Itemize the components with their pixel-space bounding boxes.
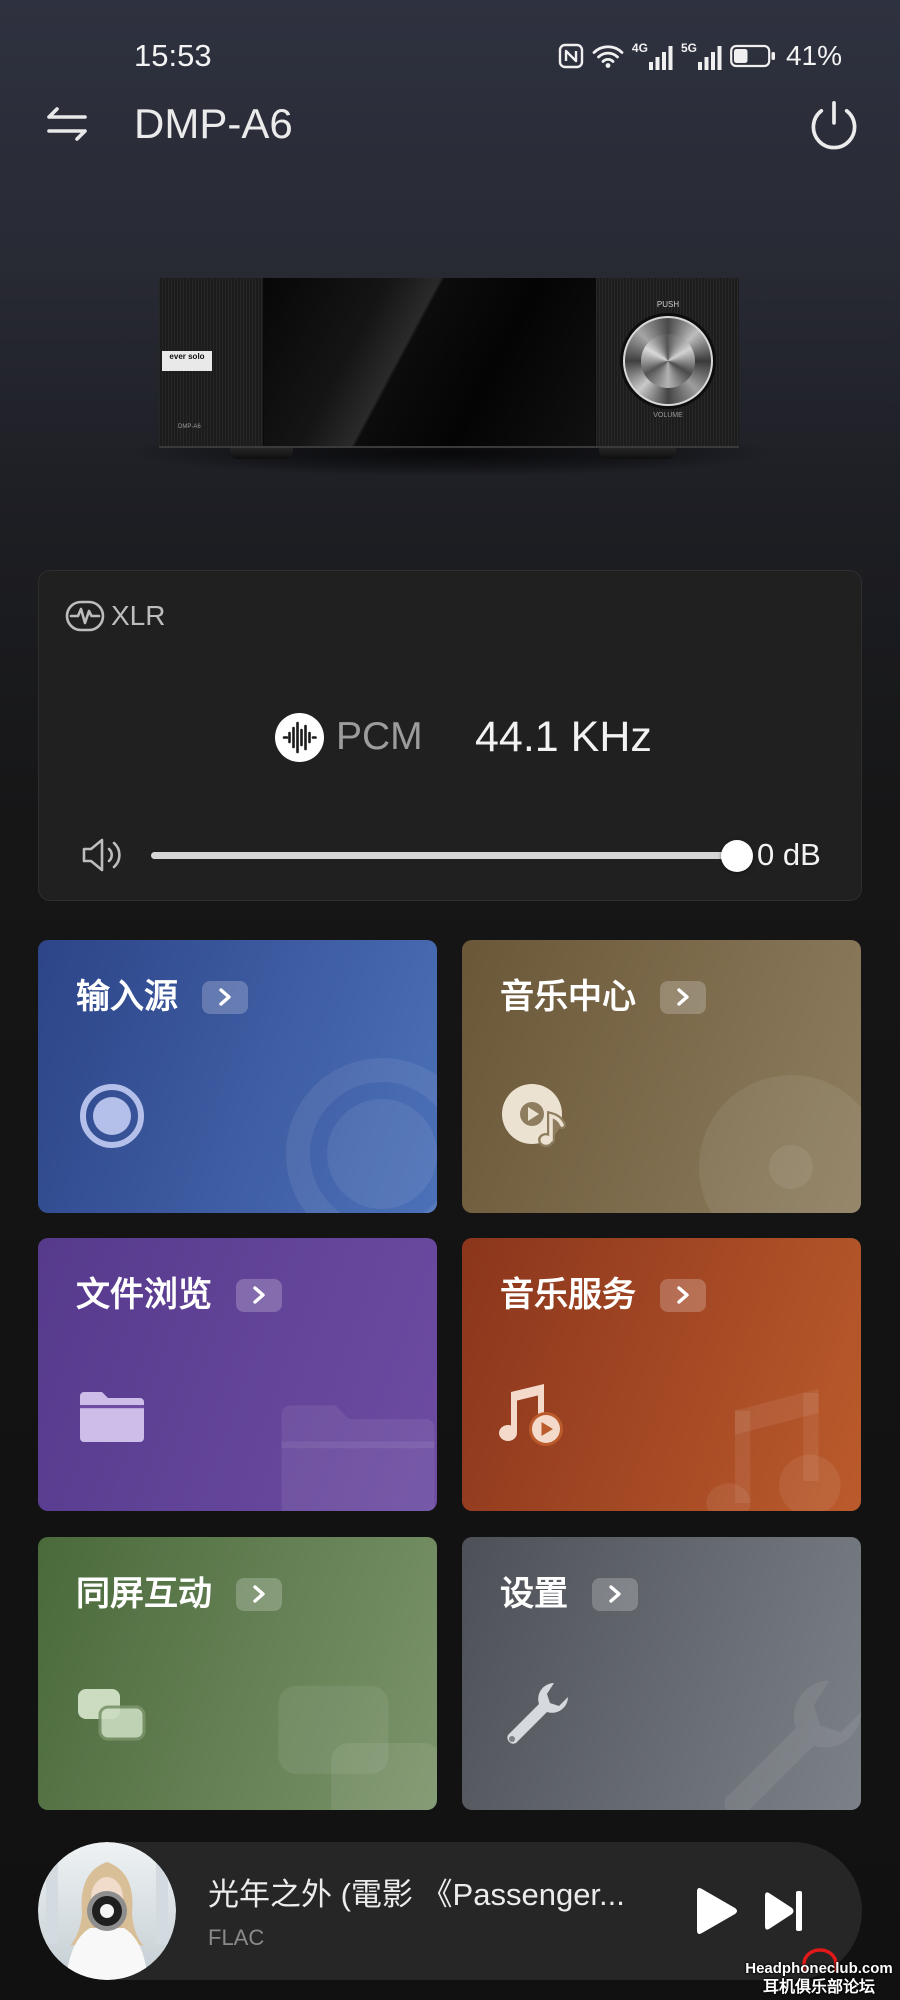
play-icon[interactable] [695,1885,739,1937]
input-source-icon [80,1084,144,1148]
now-playing-bar[interactable]: 光年之外 (電影 《Passenger... FLAC [38,1842,862,1980]
stream-format: PCM [336,715,423,758]
device-right-panel: PUSH VOLUME [595,278,739,446]
chevron-right-icon [592,1577,638,1611]
status-time: 15:53 [134,38,212,73]
tile-header: 设置 [500,1573,638,1615]
waveform-icon [275,713,324,762]
watermark: Headphoneclub.com 耳机俱乐部论坛 [740,1948,898,1998]
track-format: FLAC [208,1925,265,1950]
tile-bg-squares-decoration [278,1685,437,1810]
track-title: 光年之外 (電影 《Passenger... [208,1877,625,1912]
status-icons: 4G 5G 41% [558,36,842,76]
device-chassis: ever solo DMP-A6 PUSH VOLUME [159,278,739,446]
tile-label: 同屏互动 [76,1575,212,1613]
device-title: DMP-A6 [134,100,293,147]
volume-slider-fill [151,852,737,859]
tile-bg-folder-decoration [281,1405,435,1511]
battery-percent: 41% [785,40,842,71]
wifi-icon [592,45,624,68]
screen-mirror-icon [78,1689,146,1741]
volume-slider-thumb[interactable] [721,840,753,872]
music-center-disc-icon [502,1084,566,1147]
device-push-label: PUSH [656,300,680,309]
volume-slider[interactable] [151,840,753,872]
folder-icon [80,1392,144,1442]
tile-header: 音乐中心 [500,976,706,1018]
device-foot [599,446,676,459]
tile-label: 音乐服务 [500,1276,636,1314]
battery-icon [730,44,775,68]
device-model-label: DMP-A6 [178,424,201,430]
tile-header: 音乐服务 [500,1274,706,1316]
status-bar: 15:53 4G 5G 41% [0,36,900,76]
speaker-icon[interactable] [80,836,126,874]
tile-label: 音乐中心 [500,978,636,1016]
chevron-right-icon [236,1577,282,1611]
network-type-label: 4G [631,41,648,55]
output-status-card: XLR PCM 44.1 KHz 0 dB [38,570,862,901]
album-cover[interactable] [38,1842,176,1980]
device-foot [230,446,293,459]
signal-4g: 4G [632,42,673,70]
signal-bars-icon [648,46,673,70]
tile-screen-mirror[interactable]: 同屏互动 [38,1537,437,1810]
device-image: ever solo DMP-A6 PUSH VOLUME [130,270,770,480]
tile-bg-disc-decoration [699,1075,861,1213]
signal-5g: 5G [681,42,722,70]
tile-header: 输入源 [76,976,248,1018]
chevron-right-icon [660,1278,706,1312]
device-left-panel: ever solo DMP-A6 [159,278,264,446]
tile-music-center[interactable]: 音乐中心 [462,940,861,1213]
power-icon[interactable] [808,98,860,150]
network-type-label: 5G [680,41,697,55]
output-port: XLR [111,600,166,631]
tile-bg-music-note-decoration [706,1388,841,1511]
wrench-icon [507,1683,568,1744]
device-volume-label: VOLUME [653,412,683,419]
tile-label: 设置 [500,1575,568,1613]
music-service-icon [499,1384,563,1446]
tile-label: 输入源 [76,978,178,1016]
volume-value: 0 dB [757,837,821,872]
tile-file-browser[interactable]: 文件浏览 [38,1238,437,1511]
sample-rate: 44.1 KHz [475,713,652,761]
tile-music-service[interactable]: 音乐服务 [462,1238,861,1511]
device-display-glass [264,278,595,446]
volume-knob [623,316,713,406]
tile-input-source[interactable]: 输入源 [38,940,437,1213]
next-track-icon[interactable] [765,1889,805,1933]
tile-settings[interactable]: 设置 [462,1537,861,1810]
chevron-right-icon [202,980,248,1014]
tile-header: 同屏互动 [76,1573,282,1615]
switch-device-icon[interactable] [43,106,91,142]
watermark-name: 耳机俱乐部论坛 [762,1979,875,1996]
nfc-icon [558,43,584,69]
chevron-right-icon [236,1278,282,1312]
chevron-right-icon [660,980,706,1014]
tile-label: 文件浏览 [76,1276,212,1314]
xlr-output-icon [65,600,105,632]
brand-logo: ever solo [162,351,212,371]
signal-bars-icon [697,46,722,70]
tile-header: 文件浏览 [76,1274,282,1316]
tile-bg-ring-decoration [286,1058,437,1213]
watermark-site: Headphoneclub.com [745,1960,893,1977]
tile-bg-wrench-decoration [724,1680,861,1810]
